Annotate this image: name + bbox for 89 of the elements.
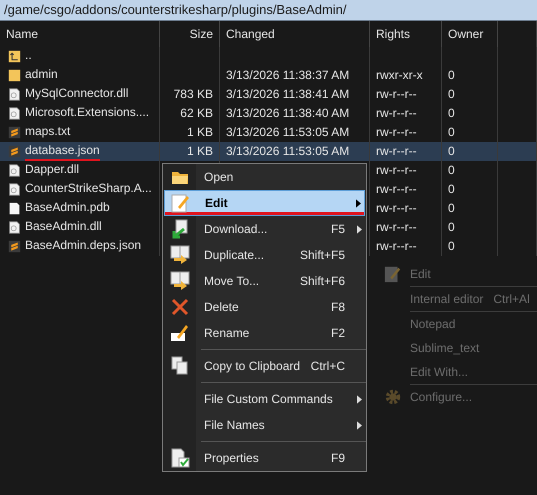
file-name: MySqlConnector.dll bbox=[25, 85, 128, 102]
folder-icon bbox=[8, 68, 21, 83]
file-name: .. bbox=[25, 47, 32, 64]
file-rights: rwxr-xr-x bbox=[376, 67, 423, 84]
pencil-icon bbox=[171, 193, 191, 213]
sublime-file-icon bbox=[8, 239, 21, 254]
file-row[interactable]: Microsoft.Extensions.... 62 KB 3/13/2026 11:38:40 AM rw-r--r-- 0 bbox=[0, 104, 537, 123]
sublime-file-icon bbox=[8, 144, 21, 159]
menu-item[interactable]: Properties F9 bbox=[164, 445, 365, 471]
download-icon bbox=[170, 219, 190, 239]
file-owner: 0 bbox=[448, 124, 455, 141]
file-row[interactable]: MySqlConnector.dll 783 KB 3/13/2026 11:38:41 AM rw-r--r-- 0 bbox=[0, 85, 537, 104]
file-owner: 0 bbox=[448, 105, 455, 122]
file-row[interactable]: admin 3/13/2026 11:38:37 AM rwxr-xr-x 0 bbox=[0, 66, 537, 85]
file-rights: rw-r--r-- bbox=[376, 143, 417, 160]
file-rights: rw-r--r-- bbox=[376, 181, 417, 198]
column-header[interactable]: Size bbox=[160, 21, 220, 47]
submenu-item-label: Internal editor bbox=[410, 292, 484, 306]
file-owner: 0 bbox=[448, 67, 455, 84]
dll-file-icon bbox=[8, 87, 21, 102]
file-name: BaseAdmin.pdb bbox=[25, 199, 110, 216]
delete-icon bbox=[170, 297, 190, 317]
menu-item[interactable]: Delete F8 bbox=[164, 294, 365, 320]
gear-icon bbox=[384, 388, 402, 406]
menu-item[interactable]: Duplicate... Shift+F5 bbox=[164, 242, 365, 268]
menu-item[interactable]: Edit bbox=[164, 190, 365, 216]
file-name: Microsoft.Extensions.... bbox=[25, 104, 150, 121]
menu-item[interactable]: Rename F2 bbox=[164, 320, 365, 346]
menu-item[interactable]: File Custom Commands bbox=[164, 386, 365, 412]
file-name: maps.txt bbox=[25, 123, 70, 140]
file-rights: rw-r--r-- bbox=[376, 200, 417, 217]
submenu-item-label: Sublime_text bbox=[410, 341, 480, 355]
file-size: 62 KB bbox=[180, 105, 213, 122]
rename-icon bbox=[170, 323, 190, 343]
submenu-item-label: Configure... bbox=[410, 390, 472, 404]
path-bar[interactable]: /game/csgo/addons/counterstrikesharp/plugins/BaseAdmin/ bbox=[0, 0, 537, 21]
parent-folder-icon bbox=[8, 49, 21, 64]
column-header[interactable]: Changed bbox=[220, 21, 370, 47]
duplicate-icon bbox=[170, 245, 190, 265]
file-size: 783 KB bbox=[174, 86, 213, 103]
file-name: Dapper.dll bbox=[25, 161, 80, 178]
selected-file-row[interactable]: database.json 1 KB 3/13/2026 11:53:05 AM rw-r--r-- 0 bbox=[0, 142, 537, 161]
file-changed: 3/13/2026 11:53:05 AM bbox=[226, 143, 350, 160]
properties-icon bbox=[170, 448, 190, 468]
file-size: 1 KB bbox=[186, 124, 213, 141]
file-rights: rw-r--r-- bbox=[376, 162, 417, 179]
file-rights: rw-r--r-- bbox=[376, 238, 417, 255]
sublime-file-icon bbox=[8, 125, 21, 140]
move-icon bbox=[170, 271, 190, 291]
dll-file-icon bbox=[8, 106, 21, 121]
pencil-icon bbox=[384, 265, 402, 283]
menu-item[interactable]: Copy to Clipboard Ctrl+C bbox=[164, 353, 365, 379]
file-owner: 0 bbox=[448, 181, 455, 198]
file-row[interactable]: .. bbox=[0, 47, 537, 66]
file-name: admin bbox=[25, 66, 58, 83]
file-icon bbox=[8, 201, 21, 216]
file-owner: 0 bbox=[448, 219, 455, 236]
submenu-item-label: Notepad bbox=[410, 317, 456, 331]
column-header[interactable]: Owner bbox=[442, 21, 498, 47]
dll-file-icon bbox=[8, 182, 21, 197]
dll-file-icon bbox=[8, 163, 21, 178]
file-changed: 3/13/2026 11:53:05 AM bbox=[226, 124, 350, 141]
file-name: database.json bbox=[25, 142, 100, 161]
file-owner: 0 bbox=[448, 143, 455, 160]
menu-item[interactable]: Download... F5 bbox=[164, 216, 365, 242]
file-owner: 0 bbox=[448, 162, 455, 179]
file-owner: 0 bbox=[448, 238, 455, 255]
menu-item[interactable]: File Names bbox=[164, 412, 365, 438]
file-changed: 3/13/2026 11:38:40 AM bbox=[226, 105, 350, 122]
file-name: CounterStrikeSharp.A... bbox=[25, 180, 152, 197]
file-rights: rw-r--r-- bbox=[376, 105, 417, 122]
file-rights: rw-r--r-- bbox=[376, 219, 417, 236]
column-header[interactable]: Name bbox=[0, 21, 160, 47]
dll-file-icon bbox=[8, 220, 21, 235]
submenu-item-label: Edit bbox=[410, 267, 431, 281]
file-owner: 0 bbox=[448, 200, 455, 217]
shortcut-label: Ctrl+Al bbox=[493, 292, 530, 306]
file-name: BaseAdmin.dll bbox=[25, 218, 102, 235]
file-size: 1 KB bbox=[186, 143, 213, 160]
file-changed: 3/13/2026 11:38:41 AM bbox=[226, 86, 350, 103]
file-changed: 3/13/2026 11:38:37 AM bbox=[226, 67, 350, 84]
file-name: BaseAdmin.deps.json bbox=[25, 237, 142, 254]
column-header[interactable]: Rights bbox=[370, 21, 442, 47]
file-rights: rw-r--r-- bbox=[376, 86, 417, 103]
copy-icon bbox=[170, 356, 190, 376]
file-rights: rw-r--r-- bbox=[376, 124, 417, 141]
submenu-item-label: Edit With... bbox=[410, 365, 468, 379]
file-owner: 0 bbox=[448, 86, 455, 103]
menu-item[interactable]: Move To... Shift+F6 bbox=[164, 268, 365, 294]
